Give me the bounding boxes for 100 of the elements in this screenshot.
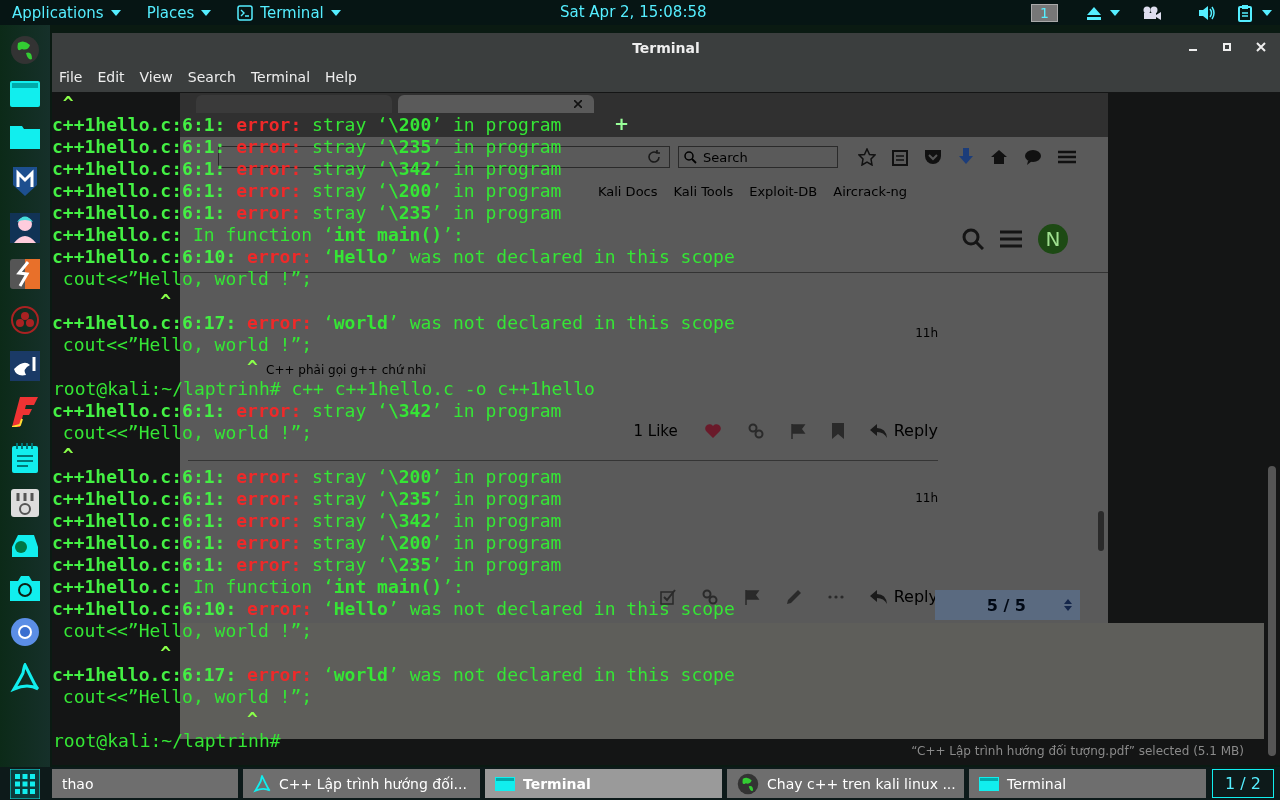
bookmark-link[interactable]: Kali Docs <box>598 183 658 199</box>
chat-icon[interactable] <box>1024 149 1042 165</box>
notepad-icon[interactable] <box>12 443 38 473</box>
updown-icon <box>1064 598 1072 612</box>
flag-icon[interactable] <box>789 422 806 439</box>
terminal-line: ^ <box>246 356 258 378</box>
bookmark-link[interactable]: Aircrack-ng <box>833 183 908 199</box>
ribbon-icon[interactable] <box>12 397 38 427</box>
flag-icon[interactable] <box>743 588 760 605</box>
caret-icon <box>1110 9 1120 16</box>
terminal-line: cout<<”Hello, world !”; <box>61 334 313 356</box>
globe-icon <box>737 772 759 795</box>
terminal-line: cout<<”Hello, world !”; <box>61 620 313 642</box>
link-icon[interactable] <box>701 588 718 605</box>
bookmark-link[interactable]: Kali Tools <box>673 183 734 199</box>
bookmark-icon[interactable] <box>831 422 844 439</box>
taskbar-item[interactable]: Chay c++ tren kali linux ... <box>727 769 964 798</box>
terminal-line: ^ <box>61 444 74 466</box>
menu-item[interactable]: Edit <box>97 69 125 85</box>
post-counter[interactable]: 5 / 5 <box>935 590 1080 620</box>
terminal-line: c++1hello.c:6:1: error: stray ‘\235’ in program <box>52 136 562 158</box>
top-menu[interactable]: Places <box>146 3 212 22</box>
terminal-line: c++1hello.c:6:1: error: stray ‘\342’ in program <box>52 400 562 422</box>
link-icon[interactable] <box>747 422 764 439</box>
menu-item[interactable]: Help <box>325 69 357 85</box>
post-text: C++ phải gọi g++ chứ nhỉ <box>266 363 427 377</box>
terminal-line: c++1hello.c:6:1: error: stray ‘\235’ in program <box>52 554 562 576</box>
target-icon[interactable] <box>10 305 40 335</box>
terminal-line: c++1hello.c:6:1: error: stray ‘\200’ in program <box>52 532 562 554</box>
scrollbar[interactable] <box>1098 511 1104 551</box>
lightning-icon[interactable] <box>10 259 40 289</box>
menu-icon[interactable] <box>1000 229 1022 248</box>
pencil-icon[interactable] <box>785 588 802 605</box>
reply-button[interactable]: Reply <box>869 421 938 440</box>
video-camera-icon[interactable] <box>1142 5 1162 20</box>
camera-icon[interactable] <box>10 575 40 601</box>
menu-item[interactable]: View <box>139 69 173 85</box>
terminal-line: cout<<”Hello, world !”; <box>61 422 313 444</box>
menu-item[interactable]: File <box>59 69 83 85</box>
reply-icon <box>869 589 888 604</box>
menu-item[interactable]: Terminal <box>250 69 311 85</box>
new-tab-button[interactable]: + <box>614 112 630 134</box>
folder-icon[interactable] <box>10 123 40 149</box>
like-count: 1 Like <box>633 421 678 440</box>
terminal-line: c++1hello.c:6:10: error: ‘Hello’ was not declared in this scope <box>52 246 735 268</box>
home-icon[interactable] <box>990 149 1008 165</box>
terminal-icon[interactable] <box>10 81 40 107</box>
scrollbar[interactable] <box>1268 466 1276 756</box>
volume-icon[interactable] <box>1198 4 1216 21</box>
terminal-line: ^ <box>61 92 74 114</box>
terminal-line: c++1hello.c:6:17: error: ‘world’ was not declared in this scope <box>52 664 735 686</box>
top-menu[interactable]: Terminal <box>237 3 341 22</box>
clock: Sat Apr 2, 15:08:58 <box>560 3 707 21</box>
terminal-icon <box>495 776 515 791</box>
search-icon[interactable] <box>962 227 984 250</box>
heart-icon[interactable] <box>703 422 722 439</box>
terminal-line: c++1hello.c:6:1: error: stray ‘\342’ in program <box>52 158 562 180</box>
swirl-icon[interactable] <box>10 663 40 693</box>
search-field[interactable]: Search <box>678 146 838 168</box>
bookmark-link[interactable]: Exploit-DB <box>749 183 818 199</box>
taskbar-item[interactable]: C++ Lập trình hướng đối... <box>243 769 480 798</box>
person-icon[interactable] <box>10 213 40 243</box>
post-time: 11h <box>915 326 938 341</box>
user-avatar[interactable]: N <box>1038 223 1068 254</box>
workspace-indicator[interactable]: 1 <box>1031 3 1058 22</box>
search-icon <box>684 151 697 164</box>
clipboard-icon[interactable] <box>1238 3 1254 22</box>
post-time: 11h <box>915 491 938 506</box>
more-icon[interactable] <box>827 594 844 599</box>
star-icon[interactable] <box>858 148 876 166</box>
horns-icon[interactable] <box>10 351 40 381</box>
caret-icon <box>1262 9 1272 16</box>
eject-icon[interactable] <box>1086 5 1102 20</box>
taskbar-item[interactable]: thao <box>52 769 238 798</box>
reload-icon[interactable] <box>647 150 661 164</box>
menu-icon[interactable] <box>1058 150 1076 164</box>
reply-button[interactable]: Reply <box>869 587 938 606</box>
globe-icon[interactable] <box>10 35 40 65</box>
menu-item[interactable]: Search <box>187 69 236 85</box>
top-menu[interactable]: Applications <box>12 3 121 22</box>
shield-icon[interactable] <box>11 165 39 197</box>
taskbar-item[interactable]: Terminal <box>969 769 1206 798</box>
download-icon[interactable] <box>958 148 974 166</box>
browser-icon[interactable] <box>10 617 40 647</box>
app-grid-icon[interactable] <box>10 768 40 799</box>
workspace-switcher[interactable]: 1 / 2 <box>1212 769 1274 798</box>
terminal-line: ^ <box>159 290 172 312</box>
terminal-line: c++1hello.c:6:1: error: stray ‘\200’ in program <box>52 180 562 202</box>
pocket-icon[interactable] <box>924 149 942 165</box>
mixer-icon[interactable] <box>11 489 39 517</box>
caret-icon <box>330 9 341 16</box>
swirl-icon <box>253 774 271 793</box>
reply-icon <box>869 423 888 438</box>
clipboard-icon[interactable] <box>892 148 908 166</box>
terminal-line: c++1hello.c:6:1: error: stray ‘\235’ in program <box>52 202 562 224</box>
terminal-line: ^ <box>159 642 172 664</box>
terminal-line: c++1hello.c:6:1: error: stray ‘\200’ in program <box>52 114 562 136</box>
terminal-line: c++1hello.c: In function ‘int main()’: <box>52 576 464 598</box>
maximize-icon[interactable] <box>1222 42 1232 52</box>
taskbar-item[interactable]: Terminal <box>485 769 722 798</box>
